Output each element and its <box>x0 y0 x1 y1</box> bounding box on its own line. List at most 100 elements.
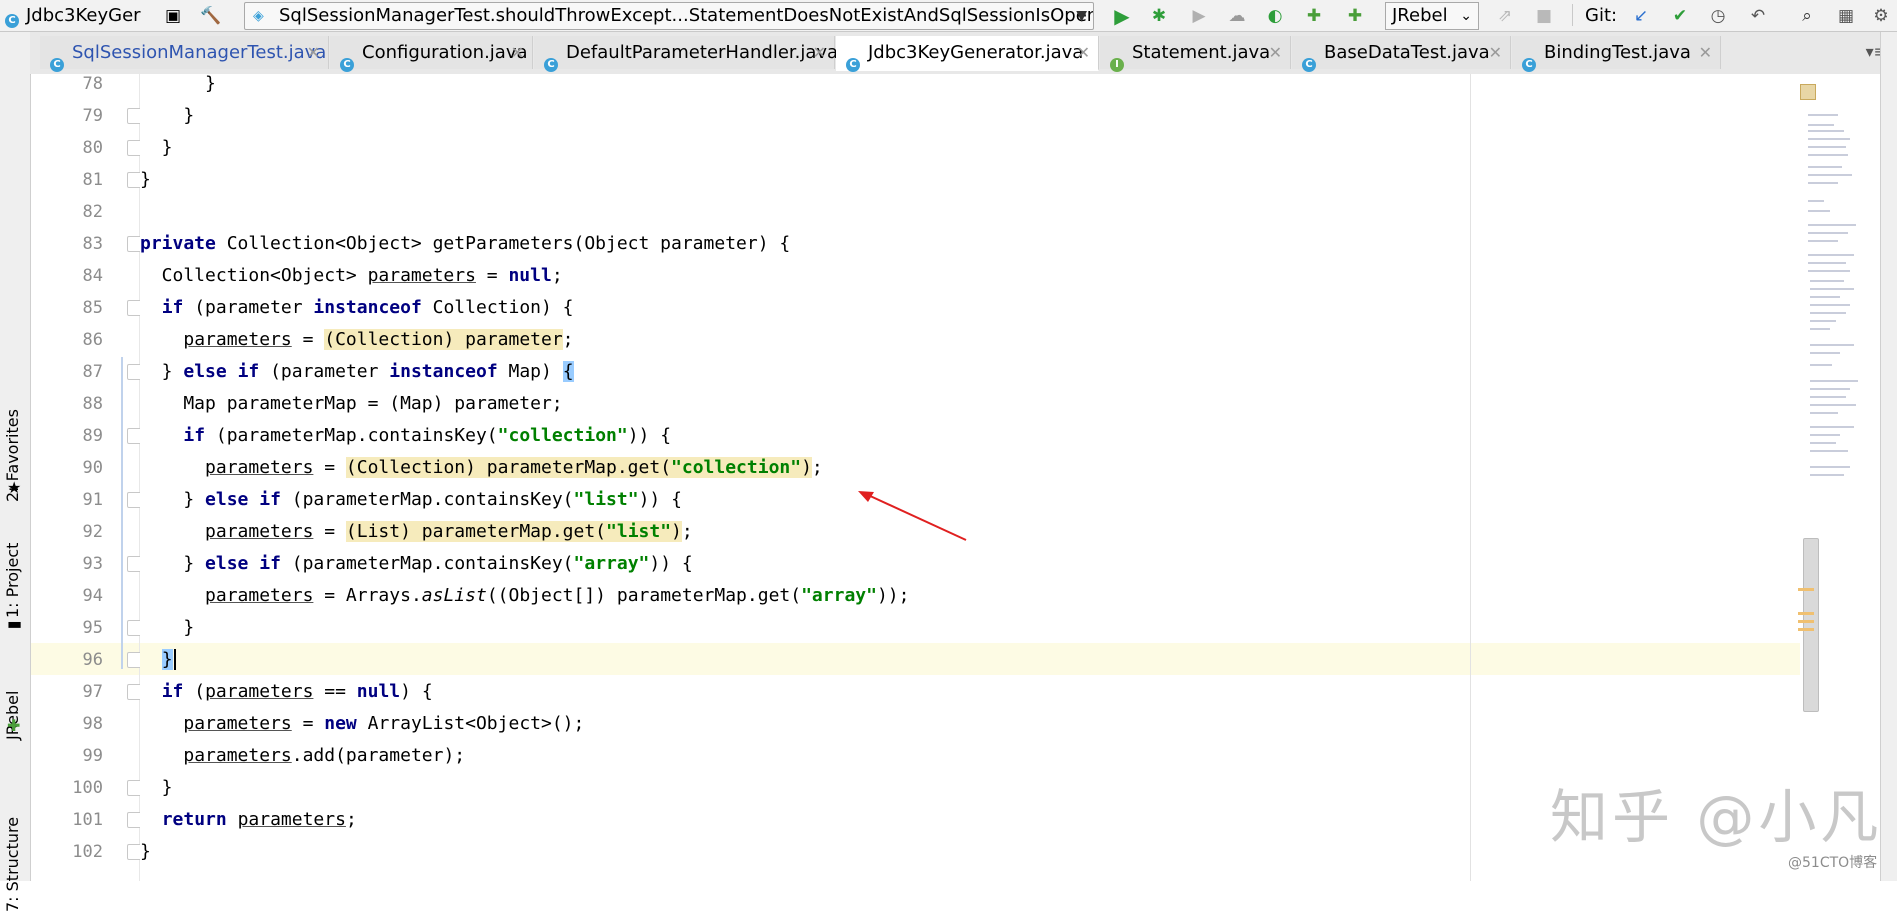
code-text: } else if (parameter instanceof Map) { <box>140 361 574 382</box>
jrebel-run-icon[interactable]: ✚ <box>1303 5 1325 27</box>
tab-bindingtest[interactable]: C BindingTest.java ✕ <box>1512 36 1721 72</box>
chevron-down-icon: ⌄ <box>1460 8 1472 24</box>
code-line[interactable]: Map parameterMap = (Map) parameter; <box>140 387 1800 419</box>
line-number: 83 <box>82 234 103 254</box>
structure-tool-button[interactable]: 7: Structure <box>3 817 22 912</box>
tab-basedatatest[interactable]: C BaseDataTest.java ✕ <box>1292 36 1511 72</box>
line-number: 101 <box>72 810 103 830</box>
code-line[interactable]: } <box>140 99 1800 131</box>
tab-configuration[interactable]: C Configuration.java ✕ <box>330 36 533 72</box>
settings-icon[interactable]: ⚙ <box>1870 5 1892 27</box>
code-editor[interactable]: } } }} private Collection<Object> getPara… <box>140 74 1800 881</box>
close-icon[interactable]: ✕ <box>1077 36 1090 69</box>
line-number: 95 <box>82 618 103 638</box>
stop-icon[interactable]: ■ <box>1533 5 1555 27</box>
code-text: } else if (parameterMap.containsKey("lis… <box>140 489 682 510</box>
code-minimap[interactable] <box>1800 74 1880 881</box>
code-text: if (parameter instanceof Collection) { <box>161 297 574 318</box>
minimap-line <box>1808 146 1846 148</box>
project-structure-icon[interactable]: ▦ <box>1835 5 1857 27</box>
tab-sqlsessionmanagertest[interactable]: C SqlSessionManagerTest.java ✕ <box>40 36 329 72</box>
debug-icon[interactable]: ✱ <box>1148 5 1170 27</box>
line-number: 82 <box>82 202 103 222</box>
code-line[interactable]: if (parameter instanceof Collection) { <box>140 291 1800 323</box>
code-line[interactable]: } else if (parameterMap.containsKey("lis… <box>140 483 1800 515</box>
editor-gutter[interactable]: 78 79 80 81 82 83 84 85 86 87 88 89 90 91 92 93 94 95 96 97… <box>31 74 143 881</box>
tab-label: SqlSessionManagerTest.java <box>72 42 327 63</box>
code-text: } <box>140 649 176 670</box>
right-tool-strip <box>1880 32 1897 881</box>
code-line[interactable]: } <box>140 131 1800 163</box>
code-line[interactable]: private Collection<Object> getParameters… <box>140 227 1800 259</box>
git-commit-icon[interactable]: ✔ <box>1669 5 1691 27</box>
close-icon[interactable]: ✕ <box>1489 36 1502 69</box>
tab-jdbc3keygenerator[interactable]: C Jdbc3KeyGenerator.java ✕ <box>836 36 1099 72</box>
tab-defaultparameterhandler[interactable]: C DefaultParameterHandler.java ✕ <box>534 36 838 72</box>
toolbar-divider <box>1572 4 1573 26</box>
close-icon[interactable]: ✕ <box>1269 36 1282 69</box>
code-line[interactable]: if (parameterMap.containsKey("collection… <box>140 419 1800 451</box>
run-coverage-icon[interactable]: ▶ <box>1188 5 1210 27</box>
code-line[interactable]: parameters = (Collection) parameterMap.g… <box>140 451 1800 483</box>
code-line[interactable]: } else if (parameter instanceof Map) { <box>140 355 1800 387</box>
line-number: 84 <box>82 266 103 286</box>
inspection-status-icon[interactable] <box>1800 84 1816 100</box>
jrebel-select-label: JRebel <box>1392 5 1448 26</box>
run-with-icon[interactable]: ◐ <box>1264 5 1286 27</box>
minimap-line <box>1810 388 1850 390</box>
jrebel-select[interactable]: JRebel ⌄ <box>1385 2 1479 30</box>
right-margin-guide <box>1470 74 1471 881</box>
tab-label: Jdbc3KeyGenerator.java <box>868 42 1084 63</box>
code-line[interactable]: parameters = (List) parameterMap.get("li… <box>140 515 1800 547</box>
code-line[interactable]: } <box>140 643 1800 675</box>
minimap-line <box>1810 380 1858 382</box>
revert-icon[interactable]: ↶ <box>1747 5 1769 27</box>
build-hammer-icon[interactable]: 🔨 <box>200 5 222 27</box>
code-line[interactable]: } <box>140 163 1800 195</box>
test-config-icon: ◈ <box>253 8 264 24</box>
minimap-line <box>1808 138 1850 140</box>
scrollbar-thumb[interactable] <box>1803 538 1819 712</box>
warning-stripe[interactable] <box>1798 628 1814 631</box>
code-text: parameters = (List) parameterMap.get("li… <box>205 521 693 542</box>
warning-stripe[interactable] <box>1798 588 1814 591</box>
minimap-line <box>1808 224 1856 226</box>
close-icon[interactable]: ✕ <box>1699 36 1712 69</box>
code-line[interactable]: Collection<Object> parameters = null; <box>140 259 1800 291</box>
code-line[interactable]: parameters.add(parameter); <box>140 739 1800 771</box>
vcs-change-marker[interactable] <box>121 357 123 669</box>
close-icon[interactable]: ✕ <box>511 36 524 69</box>
search-icon[interactable]: ⌕ <box>1796 5 1818 27</box>
jrebel-sync-icon[interactable]: ⇗ <box>1494 5 1516 27</box>
git-update-icon[interactable]: ↙ <box>1630 5 1652 27</box>
code-line[interactable]: if (parameters == null) { <box>140 675 1800 707</box>
close-icon[interactable]: ✕ <box>307 36 320 69</box>
code-line[interactable] <box>140 195 1800 227</box>
jrebel-icon: ✚ <box>7 716 21 735</box>
watermark: 知乎 @小凡 <box>1550 783 1883 851</box>
close-icon[interactable]: ✕ <box>813 36 826 69</box>
line-number: 78 <box>82 74 103 94</box>
warning-stripe[interactable] <box>1798 612 1814 615</box>
line-number: 79 <box>82 106 103 126</box>
code-line[interactable]: parameters = new ArrayList<Object>(); <box>140 707 1800 739</box>
history-icon[interactable]: ◷ <box>1707 5 1729 27</box>
code-text: } <box>140 777 173 798</box>
profile-icon[interactable]: ☁ <box>1226 5 1248 27</box>
tab-label: BaseDataTest.java <box>1324 42 1490 63</box>
minimap-line <box>1810 312 1846 314</box>
project-tool-button[interactable]: 1: Project <box>3 543 22 618</box>
code-line[interactable]: } else if (parameterMap.containsKey("arr… <box>140 547 1800 579</box>
tab-statement[interactable]: I Statement.java ✕ <box>1100 36 1291 72</box>
run-configuration-select[interactable]: ◈ SqlSessionManagerTest.shouldThrowExcep… <box>244 2 1094 30</box>
code-line[interactable]: } <box>140 74 1800 99</box>
code-line[interactable]: } <box>140 611 1800 643</box>
run-icon[interactable]: ▶ <box>1111 5 1133 27</box>
code-line[interactable]: parameters = (Collection) parameter; <box>140 323 1800 355</box>
layout-icon[interactable]: ▣ <box>162 5 184 27</box>
jrebel-debug-icon[interactable]: ✚ <box>1344 5 1366 27</box>
warning-stripe[interactable] <box>1798 620 1814 623</box>
code-line[interactable]: parameters = Arrays.asList((Object[]) pa… <box>140 579 1800 611</box>
minimap-line <box>1808 166 1842 168</box>
minimap-line <box>1810 280 1844 282</box>
